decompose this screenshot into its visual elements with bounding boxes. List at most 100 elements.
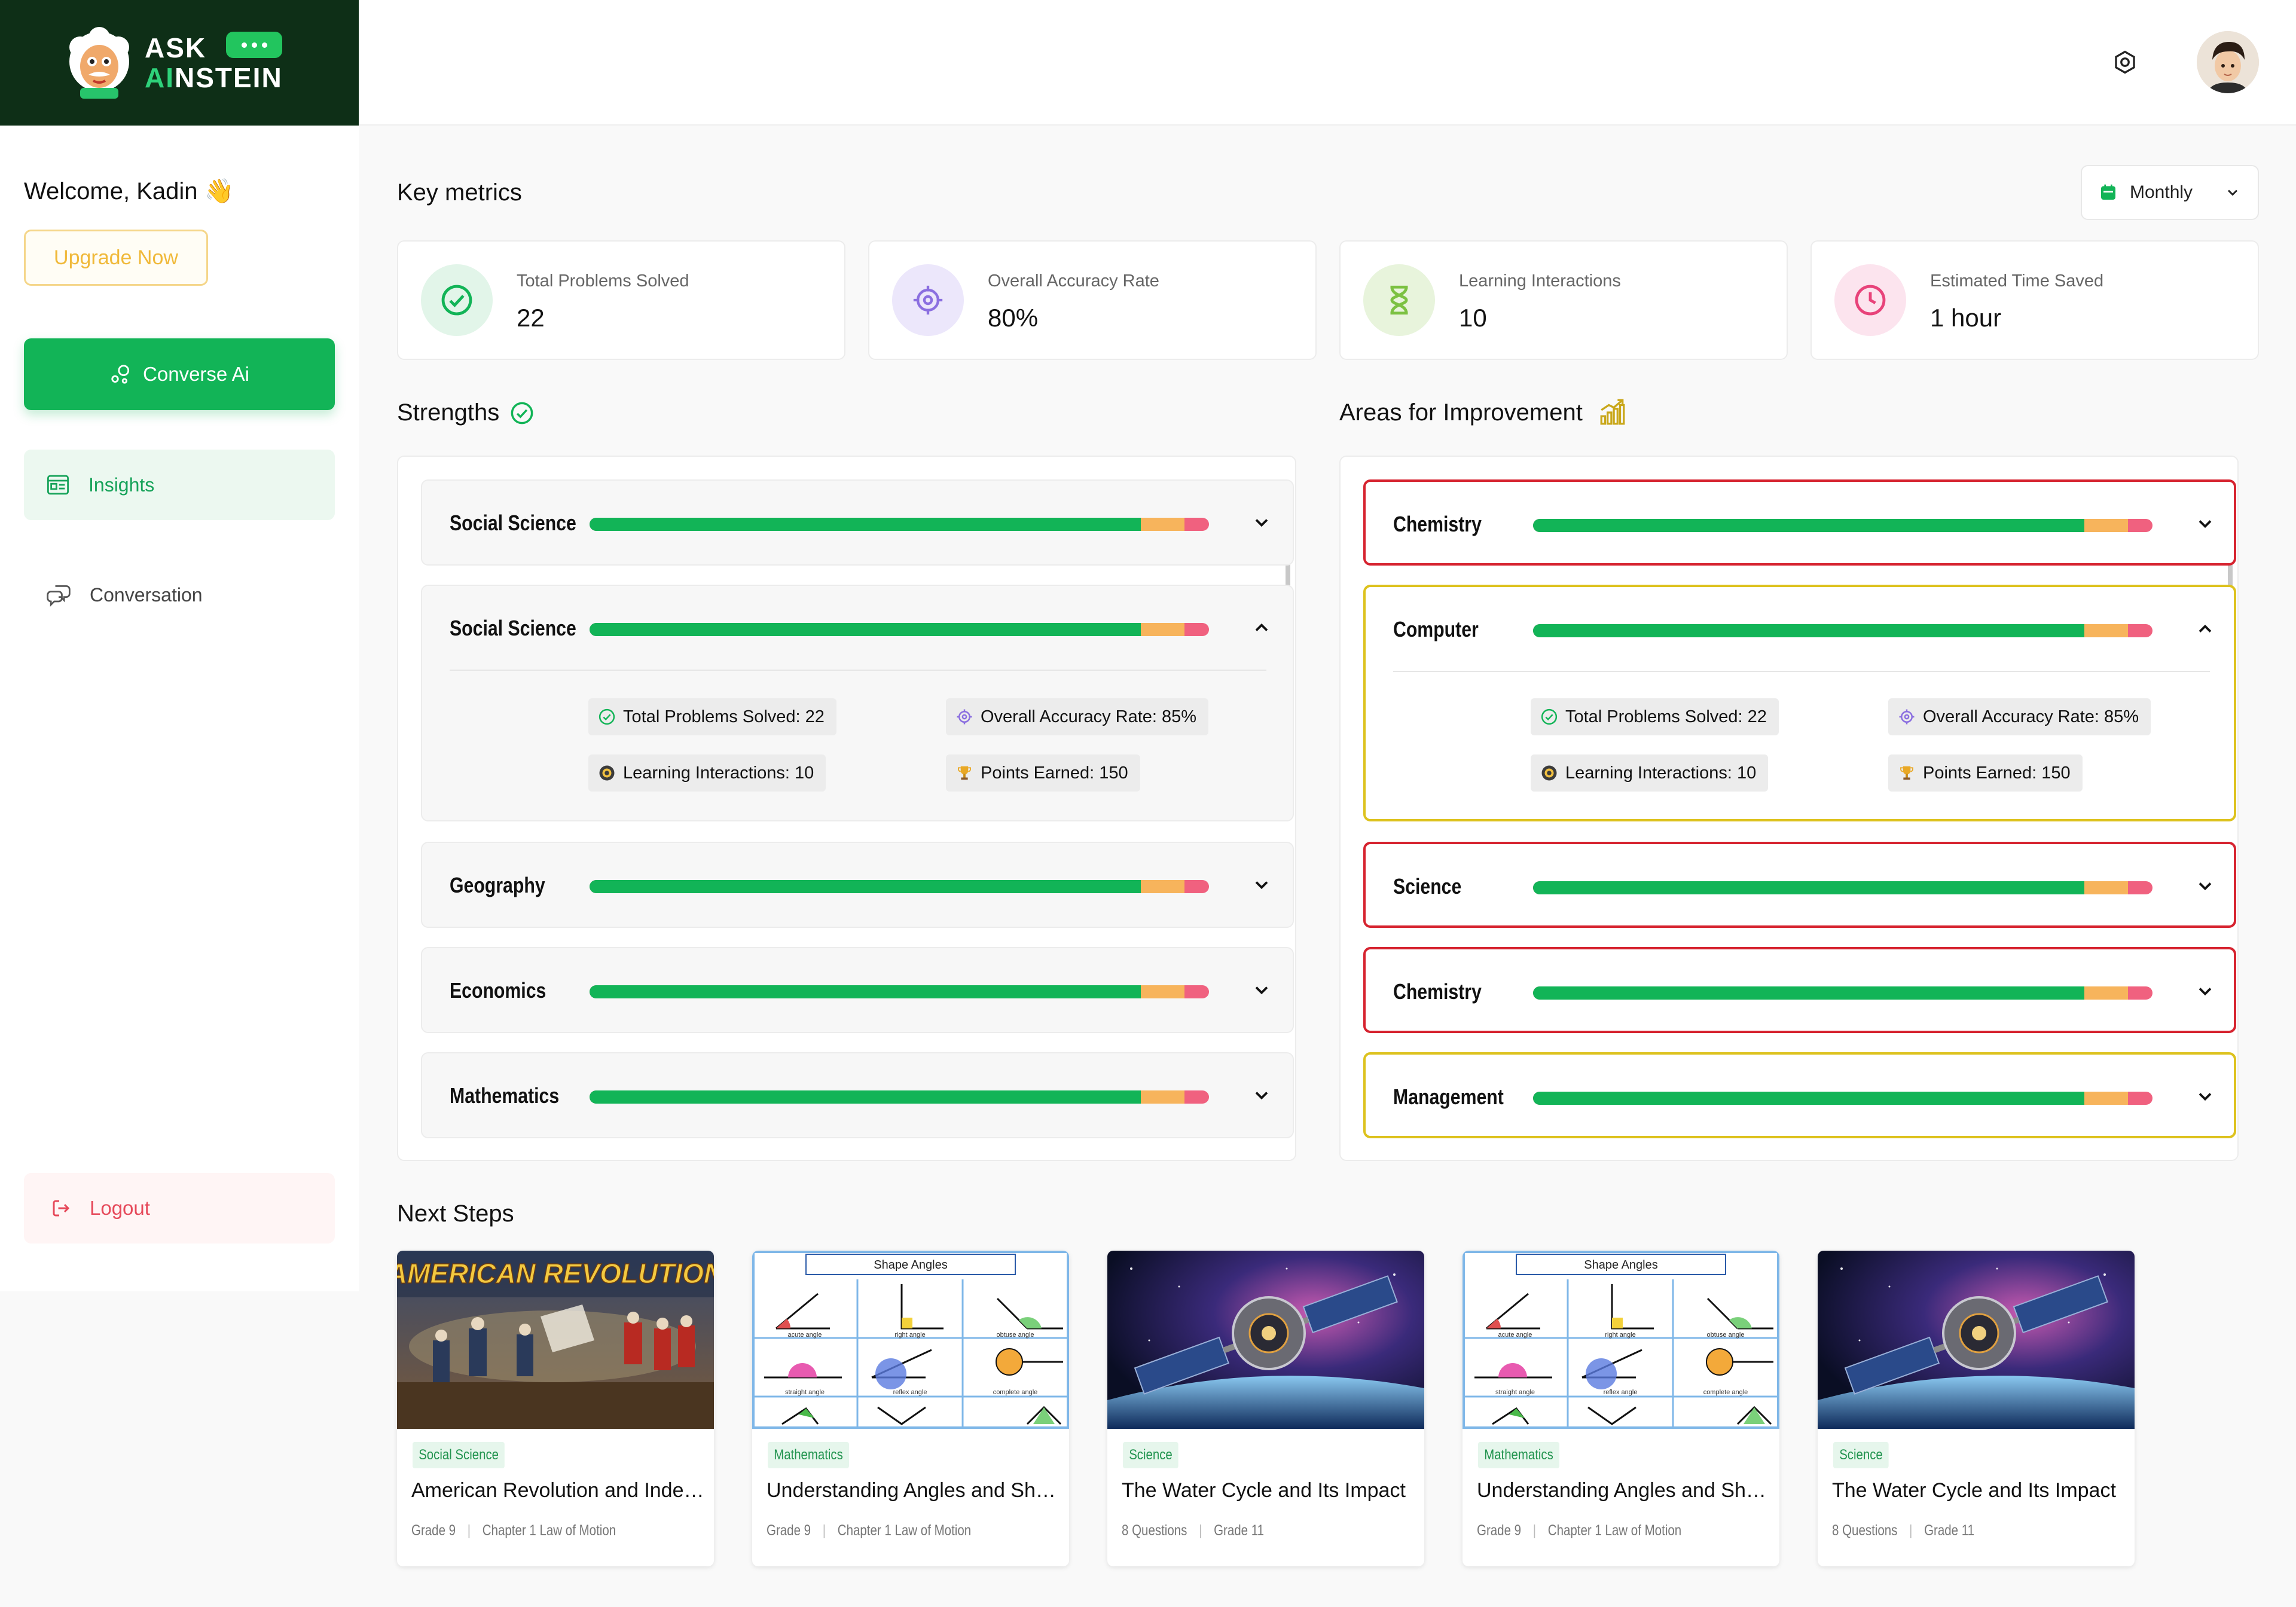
subject-name: Chemistry [1393,512,1482,536]
lesson-card[interactable]: Science The Water Cycle and Its Impact 8… [1818,1251,2135,1566]
satellite-space-image [1107,1251,1424,1429]
sidebar: Welcome, Kadin 👋 Upgrade Now Converse Ai… [0,126,359,1291]
chevron-up-icon[interactable] [1251,617,1272,638]
shape-angles-image: Shape Angles acute angle right angle obtus… [752,1251,1069,1429]
brand-logo[interactable]: ASK AINSTEIN [0,0,359,126]
strength-item[interactable]: Economics [421,947,1294,1033]
svg-text:complete angle: complete angle [993,1389,1038,1396]
progress-orange [1141,518,1184,531]
progress-orange [1141,623,1184,636]
subject-tag: Mathematics [768,1442,850,1468]
user-avatar[interactable] [2197,31,2259,93]
chevron-down-icon[interactable] [2194,1086,2216,1107]
svg-text:acute angle: acute angle [788,1331,822,1339]
divider [1393,671,2210,672]
strength-item[interactable]: Mathematics [421,1052,1294,1138]
strength-item[interactable]: Social Science [421,479,1294,566]
svg-text:complete angle: complete angle [1703,1389,1748,1396]
settings-gear-icon[interactable] [2112,49,2138,75]
sidebar-item-insights[interactable]: Insights [24,450,335,520]
logout-icon [53,1200,70,1217]
lesson-card[interactable]: Shape Angles acute angle right angle obtus… [752,1251,1069,1566]
chevron-down-icon[interactable] [1251,874,1272,896]
metric-label: Learning Interactions [1459,271,1621,291]
strength-item-expanded[interactable]: Social Science Total Problems Solved: 22… [421,585,1294,821]
progress-orange [2084,881,2128,894]
converse-ai-label: Converse Ai [143,363,249,385]
upgrade-now-button[interactable]: Upgrade Now [24,230,208,286]
svg-text:straight angle: straight angle [1495,1389,1535,1396]
metric-card-interactions: Learning Interactions 10 [1339,240,1788,360]
progress-bar [590,518,1209,531]
stat-chip: Total Problems Solved: 22 [588,698,836,735]
lesson-card[interactable]: AMERICAN REVOLUTION Social Science Ameri… [397,1251,714,1566]
improvement-title: Areas for Improvement [1339,399,1583,426]
progress-orange [1141,985,1184,998]
stat-chip: Overall Accuracy Rate: 85% [1888,698,2151,735]
svg-text:straight angle: straight angle [785,1389,825,1396]
lesson-title: Understanding Angles and Shapes [767,1479,1060,1502]
progress-orange [2084,986,2128,1000]
metric-value: 10 [1459,304,1487,332]
strength-item[interactable]: Geography [421,842,1294,928]
progress-green [1533,1092,2085,1105]
progress-green [590,518,1141,531]
lesson-meta: Grade 9 | Chapter 1 Law of Motion [767,1522,972,1539]
satellite-space-image [1818,1251,2135,1429]
logout-button[interactable]: Logout [24,1173,335,1244]
dashboard-icon [47,475,69,495]
svg-text:obtuse angle: obtuse angle [1707,1331,1745,1339]
progress-bar [1533,624,2152,637]
sidebar-item-label: Conversation [90,583,203,606]
improvement-item[interactable]: Science [1363,842,2236,928]
progress-bar [590,880,1209,893]
crosshair-icon [892,264,964,336]
progress-green [1533,624,2085,637]
welcome-text: Welcome, Kadin 👋 [24,178,234,204]
metric-value: 80% [988,304,1039,332]
lesson-card[interactable]: Shape Angles acute angle right angle obtus… [1463,1251,1779,1566]
progress-green [1533,519,2085,532]
stat-chip: Overall Accuracy Rate: 85% [946,698,1209,735]
chevron-down-icon[interactable] [1251,979,1272,1001]
metric-card-accuracy: Overall Accuracy Rate 80% [868,240,1317,360]
lesson-title: The Water Cycle and Its Impact [1122,1479,1406,1502]
chevron-down-icon[interactable] [1251,512,1272,533]
chevron-down-icon[interactable] [2194,875,2216,897]
trophy-icon [958,766,971,780]
period-value: Monthly [2130,182,2193,202]
converse-ai-button[interactable]: Converse Ai [24,338,335,410]
improvement-item[interactable]: Chemistry [1363,947,2236,1033]
crosshair-icon [1899,709,1915,725]
american-revolution-image: AMERICAN REVOLUTION [397,1251,714,1429]
chevron-down-icon[interactable] [2194,980,2216,1002]
chevron-up-icon[interactable] [2194,618,2216,640]
check-circle-icon [511,402,533,424]
chevron-down-icon[interactable] [2194,513,2216,534]
sidebar-item-conversation[interactable]: Conversation [24,560,335,630]
metric-card-time-saved: Estimated Time Saved 1 hour [1810,240,2259,360]
improvement-item-expanded[interactable]: Computer Total Problems Solved: 22 Overa… [1363,585,2236,821]
lesson-card[interactable]: Science The Water Cycle and Its Impact 8… [1107,1251,1424,1566]
hourglass-icon [1363,264,1435,336]
progress-bar [590,985,1209,998]
progress-green [590,1090,1141,1104]
shape-angles-image: Shape Angles acute angle right angle obtus… [1463,1251,1779,1429]
lesson-title: Understanding Angles and Shapes [1477,1479,1770,1502]
period-dropdown[interactable]: Monthly [2081,165,2259,220]
stat-chip: Points Earned: 150 [946,754,1140,792]
subject-name: Social Science [450,511,576,535]
metric-label: Overall Accuracy Rate [988,271,1159,291]
strengths-title: Strengths [397,399,500,426]
improvement-item[interactable]: Chemistry [1363,479,2236,566]
progress-orange [2084,624,2128,637]
clock-icon [1834,264,1906,336]
improvement-item[interactable]: Management [1363,1052,2236,1138]
subject-name: Management [1393,1084,1504,1109]
next-steps-title: Next Steps [397,1200,514,1227]
strengths-panel: Social Science Social Science Total Prob… [397,456,1296,1161]
check-circle-icon [421,264,493,336]
progress-orange [2084,519,2128,532]
bubbles-icon [111,365,130,384]
chevron-down-icon[interactable] [1251,1084,1272,1106]
